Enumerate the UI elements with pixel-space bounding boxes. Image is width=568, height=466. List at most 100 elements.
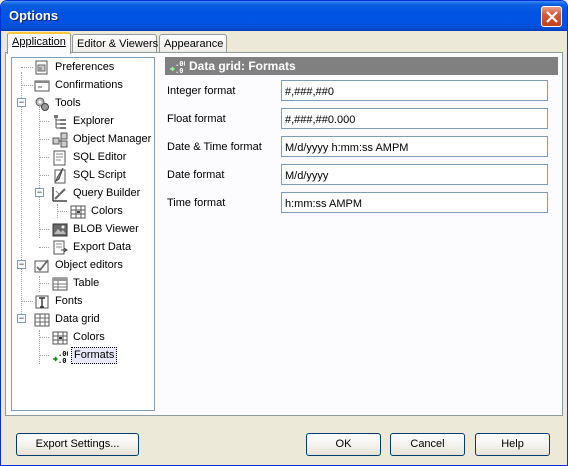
export-data-icon bbox=[52, 240, 68, 256]
tools-expander[interactable]: − bbox=[17, 98, 26, 107]
date-time-format-label: Date & Time format bbox=[167, 141, 262, 153]
tab-appearance[interactable]: Appearance bbox=[159, 34, 227, 53]
tree-item-label: SQL Editor bbox=[73, 151, 127, 163]
float-format-field[interactable] bbox=[281, 108, 548, 129]
tree-line bbox=[39, 157, 49, 158]
tree-item-sql-script[interactable]: SQL Script bbox=[52, 167, 154, 184]
help-button[interactable]: Help bbox=[475, 433, 550, 456]
tree-line bbox=[39, 139, 49, 140]
tree-line bbox=[39, 283, 49, 284]
tree-line bbox=[39, 355, 49, 356]
tree-item-fonts[interactable]: Fonts bbox=[34, 293, 154, 310]
section-header: .00 .0 Data grid: Formats bbox=[165, 57, 558, 75]
tree-line bbox=[21, 85, 33, 86]
tree-line bbox=[39, 121, 49, 122]
data-grid-expander[interactable]: − bbox=[17, 314, 26, 323]
confirmations-icon bbox=[34, 78, 50, 94]
tree-line bbox=[39, 276, 40, 292]
tab-application[interactable]: Application bbox=[7, 32, 71, 54]
export-settings-button[interactable]: Export Settings... bbox=[16, 433, 139, 456]
table-icon bbox=[52, 276, 68, 292]
object-manager-icon bbox=[52, 132, 68, 148]
tree-line bbox=[21, 67, 33, 68]
tree-item-export-data[interactable]: Export Data bbox=[52, 239, 154, 256]
tree-item-blob-viewer[interactable]: BLOB Viewer bbox=[52, 221, 154, 238]
tree-line bbox=[57, 211, 67, 212]
tree-line bbox=[39, 229, 49, 230]
tree-line bbox=[39, 337, 49, 338]
tools-icon bbox=[34, 96, 50, 112]
tab-editor-viewers[interactable]: Editor & Viewers bbox=[72, 34, 159, 53]
title-bar[interactable]: Options bbox=[1, 1, 567, 31]
tree-item-explorer[interactable]: Explorer bbox=[52, 113, 154, 130]
tree-item-label: Colors bbox=[73, 331, 105, 343]
close-icon bbox=[546, 11, 558, 23]
colors-icon bbox=[52, 330, 68, 346]
tree-item-object-manager[interactable]: Object Manager bbox=[52, 131, 154, 148]
tree-item-label: Confirmations bbox=[55, 79, 123, 91]
query-builder-icon bbox=[52, 186, 68, 202]
data-grid-icon bbox=[34, 312, 50, 328]
tab-application-label: Application bbox=[12, 36, 66, 48]
sql-script-icon bbox=[52, 167, 68, 184]
time-format-field[interactable] bbox=[281, 192, 548, 213]
window-title: Options bbox=[9, 8, 59, 23]
blob-viewer-icon bbox=[52, 222, 68, 238]
svg-text:.0: .0 bbox=[58, 357, 66, 364]
tree-item-object-editors[interactable]: Object editors bbox=[34, 257, 154, 274]
tree-item-query-builder-colors[interactable]: Colors bbox=[70, 203, 154, 220]
ok-button[interactable]: OK bbox=[306, 433, 381, 456]
tree-line bbox=[21, 301, 33, 302]
date-format-field[interactable] bbox=[281, 164, 548, 185]
sql-editor-icon bbox=[52, 150, 68, 166]
tree-item-label: SQL Script bbox=[73, 169, 126, 181]
tree-line bbox=[39, 247, 49, 248]
tree-item-preferences[interactable]: Preferences bbox=[34, 59, 154, 76]
tree-line bbox=[39, 330, 40, 364]
tree-line bbox=[39, 175, 49, 176]
fonts-icon bbox=[34, 294, 50, 310]
tree-line bbox=[39, 104, 40, 238]
tree-item-label: Colors bbox=[91, 205, 123, 217]
tree-item-label: Query Builder bbox=[73, 187, 141, 199]
integer-format-label: Integer format bbox=[167, 85, 236, 97]
date-format-label: Date format bbox=[167, 169, 225, 181]
float-format-label: Float format bbox=[167, 113, 226, 125]
tree-line bbox=[21, 72, 22, 320]
tab-appearance-label: Appearance bbox=[164, 38, 224, 50]
tree-item-confirmations[interactable]: Confirmations bbox=[34, 77, 154, 94]
tree-item-sql-editor[interactable]: SQL Editor bbox=[52, 149, 154, 166]
preferences-icon bbox=[34, 60, 50, 76]
tree-item-data-grid-colors[interactable]: Colors bbox=[52, 329, 154, 346]
formats-icon: .00.0 bbox=[52, 348, 71, 365]
close-button[interactable] bbox=[541, 6, 562, 27]
tree-item-tools[interactable]: Tools bbox=[34, 95, 154, 112]
query-builder-expander[interactable]: − bbox=[35, 188, 44, 197]
explorer-icon bbox=[52, 114, 68, 130]
tree-item-label: Tools bbox=[55, 97, 81, 109]
options-tree[interactable]: − − − − Preferences Confirmations Tools … bbox=[11, 57, 155, 411]
svg-text:.0: .0 bbox=[175, 67, 183, 74]
tree-item-label: Export Data bbox=[73, 241, 132, 253]
tree-item-label: Formats bbox=[71, 347, 118, 364]
object-editors-icon bbox=[34, 258, 50, 274]
tree-item-table[interactable]: Table bbox=[52, 275, 154, 292]
formats-icon: .00 .0 bbox=[170, 60, 185, 74]
tree-item-label: BLOB Viewer bbox=[73, 223, 139, 235]
cancel-button[interactable]: Cancel bbox=[390, 433, 465, 456]
object-editors-expander[interactable]: − bbox=[17, 260, 26, 269]
grid-colors-icon bbox=[70, 204, 86, 220]
tab-panel: − − − − Preferences Confirmations Tools … bbox=[5, 52, 563, 416]
tree-item-label: Object editors bbox=[55, 259, 123, 271]
integer-format-field[interactable] bbox=[281, 80, 548, 101]
tree-item-formats[interactable]: .00.0 Formats bbox=[52, 347, 154, 365]
date-time-format-field[interactable] bbox=[281, 136, 548, 157]
tree-item-label: Fonts bbox=[55, 295, 83, 307]
options-dialog: Options Application Editor & Viewers App… bbox=[0, 0, 568, 466]
tree-item-data-grid[interactable]: Data grid bbox=[34, 311, 154, 328]
tree-item-query-builder[interactable]: Query Builder bbox=[52, 185, 154, 202]
tab-editor-viewers-label: Editor & Viewers bbox=[77, 38, 159, 50]
time-format-label: Time format bbox=[167, 197, 226, 209]
tree-item-label: Object Manager bbox=[73, 133, 152, 145]
tree-item-label: Data grid bbox=[55, 313, 100, 325]
